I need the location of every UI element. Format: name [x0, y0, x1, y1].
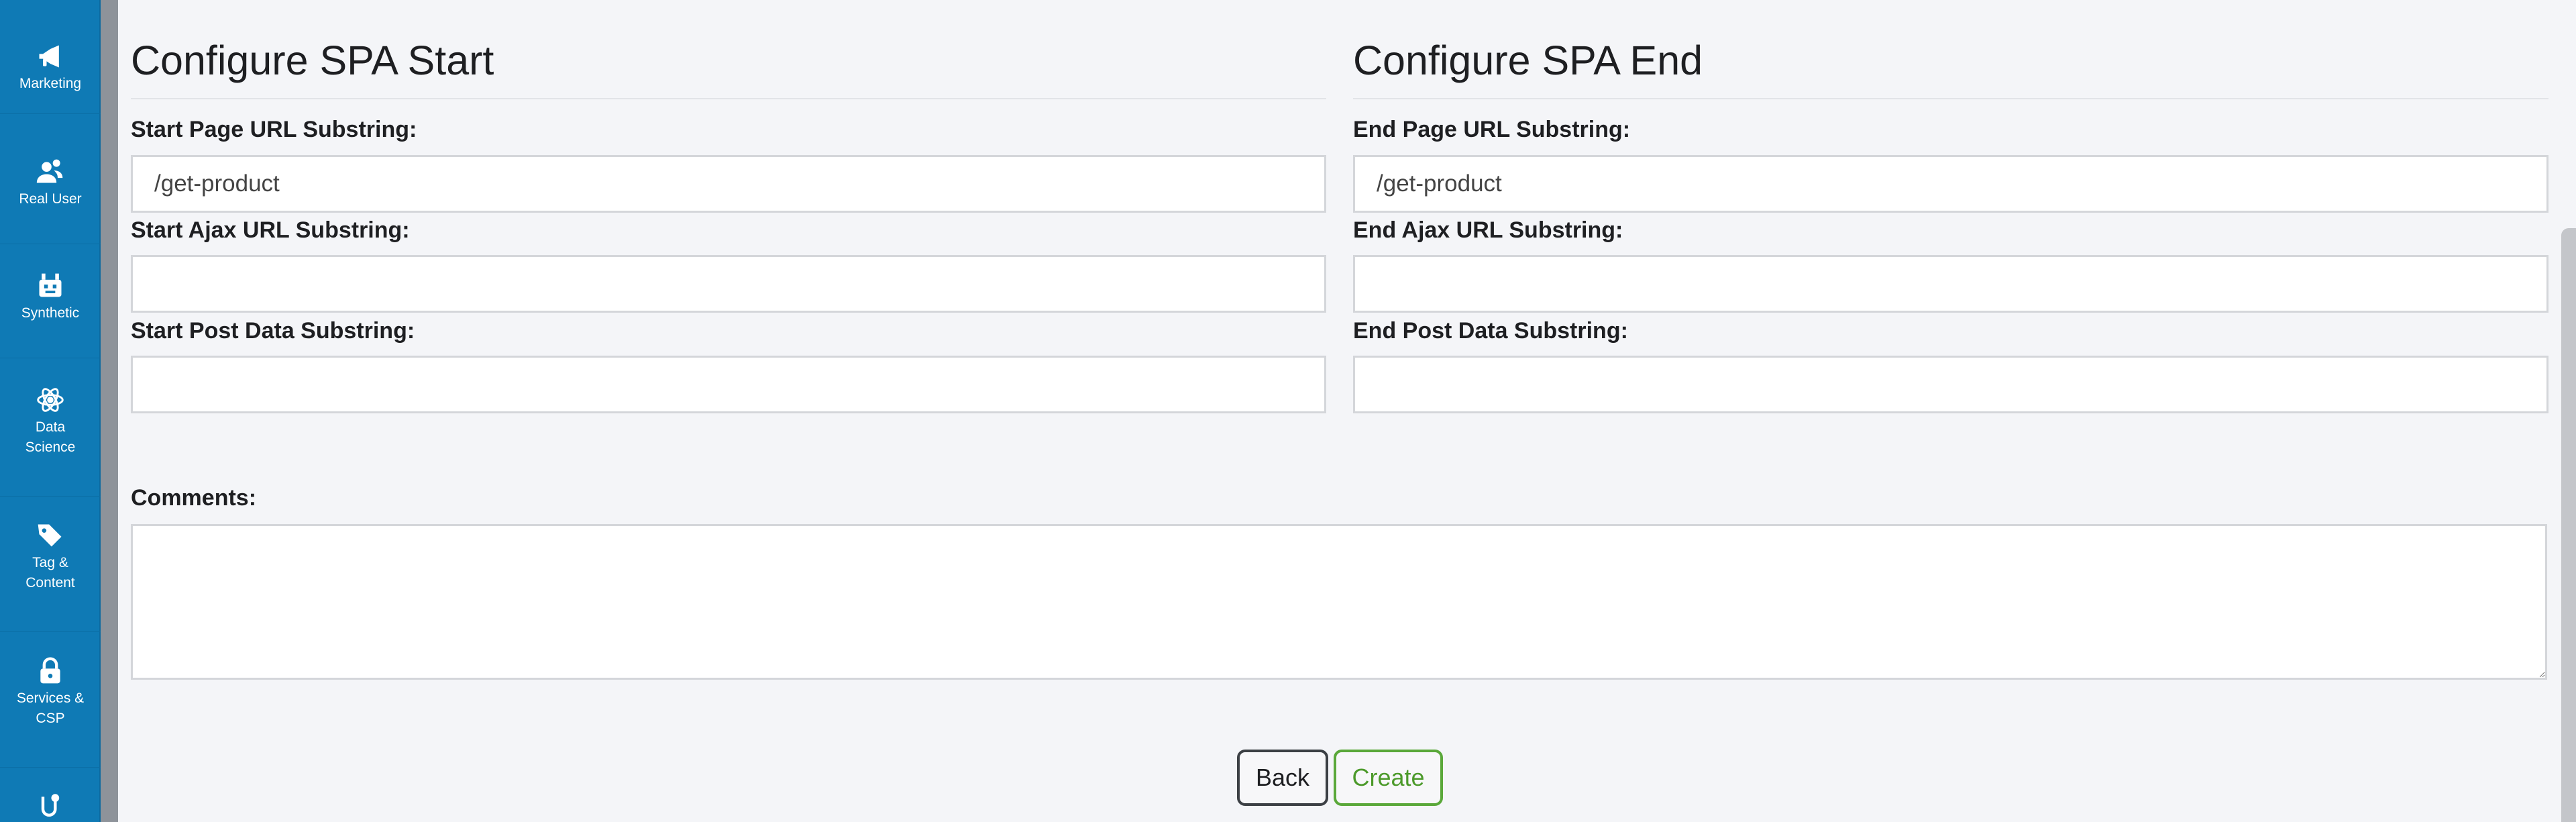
sidebar-item-data-science[interactable]: Data Science [0, 385, 101, 497]
sidebar-item-label: Data Science [25, 419, 76, 455]
page-scrollbar[interactable] [2561, 228, 2576, 822]
start-post-data-label: Start Post Data Substring: [131, 318, 415, 344]
end-page-url-input[interactable] [1353, 155, 2548, 213]
atom-icon [37, 388, 64, 412]
megaphone-icon [39, 45, 59, 68]
comments-label: Comments: [131, 485, 257, 511]
create-button[interactable]: Create [1334, 750, 1443, 806]
sidebar-item-label: Services & CSP [16, 690, 85, 726]
sidebar-item-marketing[interactable]: Marketing [0, 42, 101, 114]
end-ajax-url-input[interactable] [1353, 255, 2548, 313]
main-content: Configure SPA Start Start Page URL Subst… [118, 0, 2576, 822]
users-icon [36, 159, 63, 183]
end-post-data-label: End Post Data Substring: [1353, 318, 1628, 344]
start-ajax-url-label: Start Ajax URL Substring: [131, 217, 410, 243]
start-page-url-label: Start Page URL Substring: [131, 117, 417, 142]
end-post-data-input[interactable] [1353, 356, 2548, 413]
sidebar-divider [101, 0, 118, 822]
spa-end-heading: Configure SPA End [1353, 34, 2548, 99]
sidebar-item-real-user[interactable]: Real User [0, 157, 101, 244]
end-ajax-url-label: End Ajax URL Substring: [1353, 217, 1623, 243]
sidebar: Marketing Real User Synthetic Data Scien… [0, 0, 101, 822]
start-ajax-url-input[interactable] [131, 255, 1326, 313]
tags-icon [38, 524, 62, 547]
sidebar-item-label: Marketing [19, 76, 82, 91]
sidebar-item-path[interactable] [0, 792, 101, 822]
start-page-url-input[interactable] [131, 155, 1326, 213]
path-icon [41, 794, 60, 817]
sidebar-item-synthetic[interactable]: Synthetic [0, 271, 101, 358]
comments-textarea[interactable] [131, 524, 2547, 680]
spa-start-heading: Configure SPA Start [131, 34, 1326, 99]
sidebar-item-services-csp[interactable]: Services & CSP [0, 656, 101, 768]
end-page-url-label: End Page URL Substring: [1353, 117, 1631, 142]
sidebar-item-label: Real User [19, 191, 82, 207]
back-button[interactable]: Back [1237, 750, 1328, 806]
start-post-data-input[interactable] [131, 356, 1326, 413]
sidebar-item-label: Synthetic [21, 305, 80, 321]
sidebar-item-label: Tag & Content [25, 555, 75, 590]
sidebar-item-tag-content[interactable]: Tag & Content [0, 521, 101, 632]
robot-icon [39, 273, 62, 297]
lock-icon [40, 657, 60, 684]
